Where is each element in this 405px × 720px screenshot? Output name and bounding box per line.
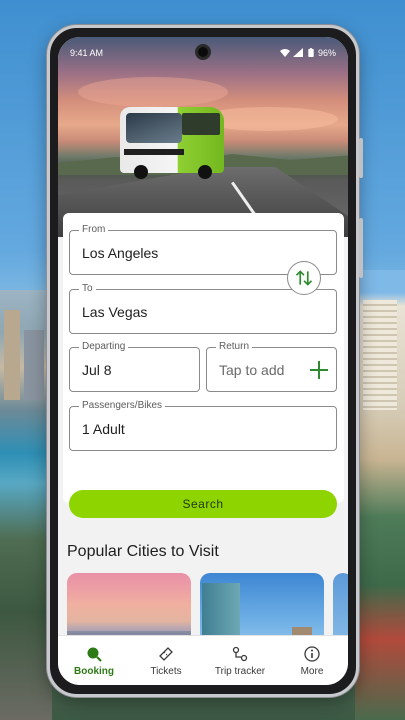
bottom-nav: Booking Tickets Trip tracker More — [58, 635, 348, 685]
nav-tickets-label: Tickets — [150, 666, 182, 677]
battery-level: 96% — [317, 48, 336, 58]
power-button — [359, 218, 363, 278]
passengers-value: 1 Adult — [82, 420, 125, 437]
to-field[interactable]: To Las Vegas — [69, 283, 337, 334]
passengers-field[interactable]: Passengers/Bikes 1 Adult — [69, 400, 337, 451]
return-label: Return — [216, 341, 253, 353]
from-label: From — [79, 224, 109, 236]
volume-button — [359, 138, 363, 178]
wifi-icon — [280, 49, 290, 57]
ticket-icon — [159, 647, 173, 661]
trip-tracker-icon — [232, 646, 248, 662]
camera-cutout — [195, 44, 211, 60]
passengers-label: Passengers/Bikes — [79, 400, 166, 412]
to-value: Las Vegas — [82, 303, 148, 320]
battery-icon — [308, 48, 314, 57]
swap-arrows-icon — [295, 270, 313, 286]
nav-trip-tracker[interactable]: Trip tracker — [204, 636, 276, 685]
departing-value: Jul 8 — [82, 361, 112, 378]
app-screen: 9:41 AM 96% From Los Angeles To Las Vega… — [58, 37, 348, 685]
add-return-icon[interactable] — [310, 360, 328, 379]
nav-more[interactable]: More — [276, 636, 348, 685]
popular-cities-title: Popular Cities to Visit — [67, 543, 219, 560]
search-button[interactable]: Search — [69, 490, 337, 518]
to-label: To — [79, 283, 96, 295]
signal-icon — [293, 48, 303, 57]
nav-booking-label: Booking — [74, 666, 114, 677]
nav-more-label: More — [300, 666, 324, 677]
hero-image — [58, 37, 348, 237]
background-city-right — [355, 270, 405, 720]
nav-booking[interactable]: Booking — [58, 636, 130, 685]
departing-field[interactable]: Departing Jul 8 — [69, 341, 200, 392]
return-placeholder: Tap to add — [219, 361, 285, 378]
status-bar: 9:41 AM 96% — [58, 37, 348, 65]
background-city-left — [0, 290, 52, 720]
nav-trip-tracker-label: Trip tracker — [214, 666, 266, 677]
from-value: Los Angeles — [82, 244, 159, 261]
bus-image — [120, 101, 224, 179]
return-field[interactable]: Return Tap to add — [206, 341, 337, 392]
departing-label: Departing — [79, 341, 129, 353]
status-time: 9:41 AM — [70, 48, 104, 58]
swap-button[interactable] — [287, 261, 321, 295]
nav-tickets[interactable]: Tickets — [130, 636, 202, 685]
phone-frame: 9:41 AM 96% From Los Angeles To Las Vega… — [47, 25, 363, 697]
search-icon — [87, 647, 102, 662]
booking-form: From Los Angeles To Las Vegas Departing … — [63, 213, 344, 518]
info-icon — [304, 646, 320, 662]
